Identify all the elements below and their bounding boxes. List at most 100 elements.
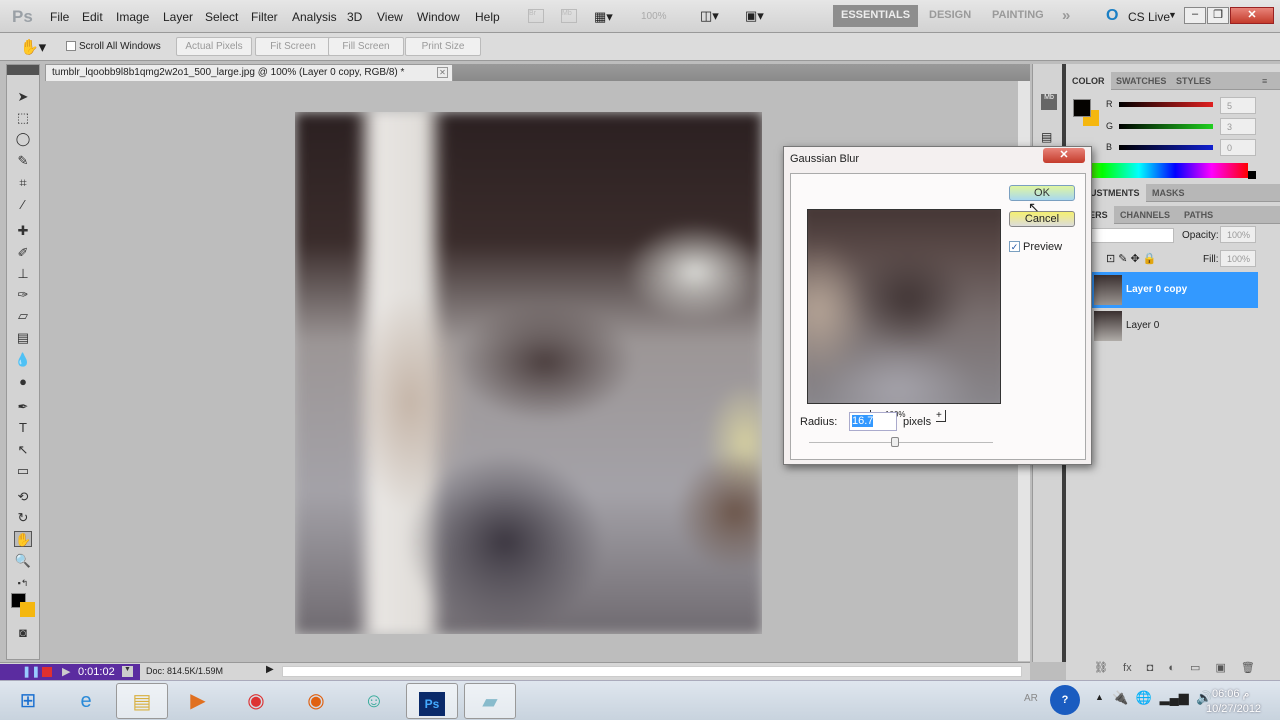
g-value[interactable]: 3 bbox=[1220, 118, 1256, 135]
type-tool-icon[interactable]: T bbox=[14, 420, 32, 436]
show-hidden-icons[interactable]: ▲ bbox=[1095, 692, 1104, 702]
tab-swatches[interactable]: SWATCHES bbox=[1110, 72, 1172, 90]
restore-button[interactable]: ❐ bbox=[1207, 7, 1229, 24]
menu-select[interactable]: Select bbox=[205, 10, 238, 24]
hand-tool-icon[interactable]: ✋ bbox=[14, 531, 32, 547]
radius-slider-thumb[interactable] bbox=[891, 437, 900, 447]
menu-analysis[interactable]: Analysis bbox=[292, 10, 337, 24]
r-value[interactable]: 5 bbox=[1220, 97, 1256, 114]
eyedropper-tool-icon[interactable]: ⁄ bbox=[14, 197, 32, 213]
close-button[interactable]: ✕ bbox=[1230, 7, 1274, 24]
crop-tool-icon[interactable]: ⌗ bbox=[14, 175, 32, 191]
tab-styles[interactable]: STYLES bbox=[1170, 72, 1217, 90]
tab-channels[interactable]: CHANNELS bbox=[1114, 206, 1176, 224]
messenger-icon[interactable]: ☺ bbox=[348, 683, 400, 719]
zoom-level[interactable]: 100% bbox=[641, 11, 667, 22]
menu-window[interactable]: Window bbox=[417, 10, 460, 24]
hand-tool-icon[interactable]: ✋▾ bbox=[20, 38, 46, 56]
eraser-tool-icon[interactable]: ▱ bbox=[14, 308, 32, 324]
background-color-swatch[interactable] bbox=[20, 602, 35, 617]
layer-row[interactable]: Layer 0 bbox=[1092, 308, 1258, 344]
history-brush-tool-icon[interactable]: ✑ bbox=[14, 287, 32, 303]
minimize-button[interactable]: – bbox=[1184, 7, 1206, 24]
blur-tool-icon[interactable]: 💧 bbox=[14, 352, 32, 368]
fill-screen-button[interactable]: Fill Screen bbox=[328, 37, 404, 56]
quick-mask-icon[interactable]: ◙ bbox=[14, 625, 32, 641]
workspace-essentials[interactable]: ESSENTIALS bbox=[833, 5, 919, 27]
file-explorer-icon[interactable]: ▤ bbox=[116, 683, 168, 719]
menu-3d[interactable]: 3D bbox=[347, 10, 362, 24]
tab-masks[interactable]: MASKS bbox=[1146, 184, 1191, 202]
layer-row-selected[interactable]: Layer 0 copy bbox=[1092, 272, 1258, 308]
move-tool-icon[interactable]: ➤ bbox=[14, 89, 32, 105]
panel-menu-icon[interactable]: ≡ bbox=[1256, 72, 1273, 90]
marquee-tool-icon[interactable]: ⬚ bbox=[14, 110, 32, 126]
start-button[interactable]: ⊞ bbox=[2, 683, 54, 719]
3d-orbit-tool-icon[interactable]: ↻ bbox=[14, 510, 32, 526]
radius-slider[interactable] bbox=[809, 442, 993, 443]
internet-explorer-icon[interactable]: e bbox=[60, 683, 112, 719]
history-panel-icon[interactable]: ▤ bbox=[1041, 130, 1052, 144]
horizontal-scrollbar[interactable] bbox=[282, 666, 1022, 677]
tab-paths[interactable]: PATHS bbox=[1178, 206, 1219, 224]
preview-checkbox[interactable]: ✓ bbox=[1009, 241, 1020, 252]
document-canvas[interactable] bbox=[295, 112, 762, 634]
brush-tool-icon[interactable]: ✐ bbox=[14, 245, 32, 261]
cs-live-menu[interactable]: CS Live bbox=[1128, 10, 1170, 24]
bridge-icon[interactable]: Br bbox=[528, 9, 544, 23]
play-icon[interactable]: ▶ bbox=[62, 665, 70, 678]
photoshop-taskbar-button[interactable]: Ps bbox=[406, 683, 458, 719]
b-slider[interactable] bbox=[1119, 145, 1213, 150]
3d-rotate-tool-icon[interactable]: ⟲ bbox=[14, 489, 32, 505]
menu-view[interactable]: View bbox=[377, 10, 403, 24]
opacity-field[interactable]: 100% bbox=[1220, 226, 1256, 243]
foreground-color-swatch[interactable] bbox=[1073, 99, 1091, 117]
menu-layer[interactable]: Layer bbox=[163, 10, 193, 24]
arrange-documents-icon[interactable]: ◫▾ bbox=[700, 8, 719, 24]
mini-bridge-panel-icon[interactable]: Mb bbox=[1041, 94, 1057, 110]
mini-bridge-icon[interactable]: Mb bbox=[561, 9, 577, 23]
ok-button[interactable]: OK bbox=[1009, 185, 1075, 201]
clone-stamp-tool-icon[interactable]: ⊥ bbox=[14, 266, 32, 282]
workspace-design[interactable]: DESIGN bbox=[921, 5, 979, 27]
zoom-tool-icon[interactable]: 🔍 bbox=[14, 553, 32, 569]
menu-help[interactable]: Help bbox=[475, 10, 500, 24]
tab-color[interactable]: COLOR bbox=[1066, 72, 1111, 90]
path-select-tool-icon[interactable]: ↖ bbox=[14, 442, 32, 458]
menu-filter[interactable]: Filter bbox=[251, 10, 278, 24]
actual-pixels-button[interactable]: Actual Pixels bbox=[176, 37, 252, 56]
print-size-button[interactable]: Print Size bbox=[405, 37, 481, 56]
dodge-tool-icon[interactable]: ● bbox=[14, 374, 32, 390]
black-swatch[interactable] bbox=[1248, 171, 1256, 179]
lasso-tool-icon[interactable]: ◯ bbox=[14, 131, 32, 147]
chrome-icon[interactable]: ◉ bbox=[230, 683, 282, 719]
help-info-icon[interactable]: ? bbox=[1050, 685, 1080, 715]
gradient-tool-icon[interactable]: ▤ bbox=[14, 330, 32, 346]
pen-tool-icon[interactable]: ✒ bbox=[14, 399, 32, 415]
stop-icon[interactable] bbox=[42, 667, 52, 677]
document-tab[interactable]: tumblr_lqoobb9l8b1qmg2w2o1_500_large.jpg… bbox=[45, 64, 453, 81]
g-slider[interactable] bbox=[1119, 124, 1213, 129]
swap-colors-icon[interactable]: ▪↰ bbox=[14, 575, 32, 591]
color-spectrum-bar[interactable] bbox=[1066, 163, 1248, 178]
r-slider[interactable] bbox=[1119, 102, 1213, 107]
layer-actions-icons[interactable]: ⛓ fx ◘ ◐ ▭ ▣ 🗑 bbox=[1094, 661, 1255, 674]
view-extras-icon[interactable]: ▦▾ bbox=[594, 9, 613, 25]
radius-input[interactable]: 16.7 bbox=[849, 412, 897, 431]
scroll-all-windows-checkbox[interactable] bbox=[66, 41, 76, 51]
pause-icon[interactable]: ❚❚ bbox=[22, 665, 40, 678]
lock-icons[interactable]: ⊡ ✎ ✥ 🔒 bbox=[1106, 252, 1157, 265]
cancel-button[interactable]: Cancel bbox=[1009, 211, 1075, 227]
menu-edit[interactable]: Edit bbox=[82, 10, 103, 24]
recorder-menu-icon[interactable]: ▼ bbox=[122, 666, 133, 677]
tray-icons[interactable]: 🔌 🌐 ▂▄▆ 🔊 bbox=[1112, 690, 1213, 706]
workspace-painting[interactable]: PAINTING bbox=[984, 5, 1052, 27]
dialog-close-button[interactable]: ✕ bbox=[1043, 148, 1085, 163]
blur-preview[interactable] bbox=[807, 209, 1001, 404]
healing-brush-tool-icon[interactable]: ✚ bbox=[14, 223, 32, 239]
quick-select-tool-icon[interactable]: ✎ bbox=[14, 153, 32, 169]
zoom-in-button[interactable]: + bbox=[936, 410, 946, 422]
close-document-icon[interactable]: ✕ bbox=[437, 67, 448, 78]
language-indicator[interactable]: AR bbox=[1024, 693, 1038, 704]
status-menu-arrow-icon[interactable]: ▶ bbox=[266, 664, 274, 675]
